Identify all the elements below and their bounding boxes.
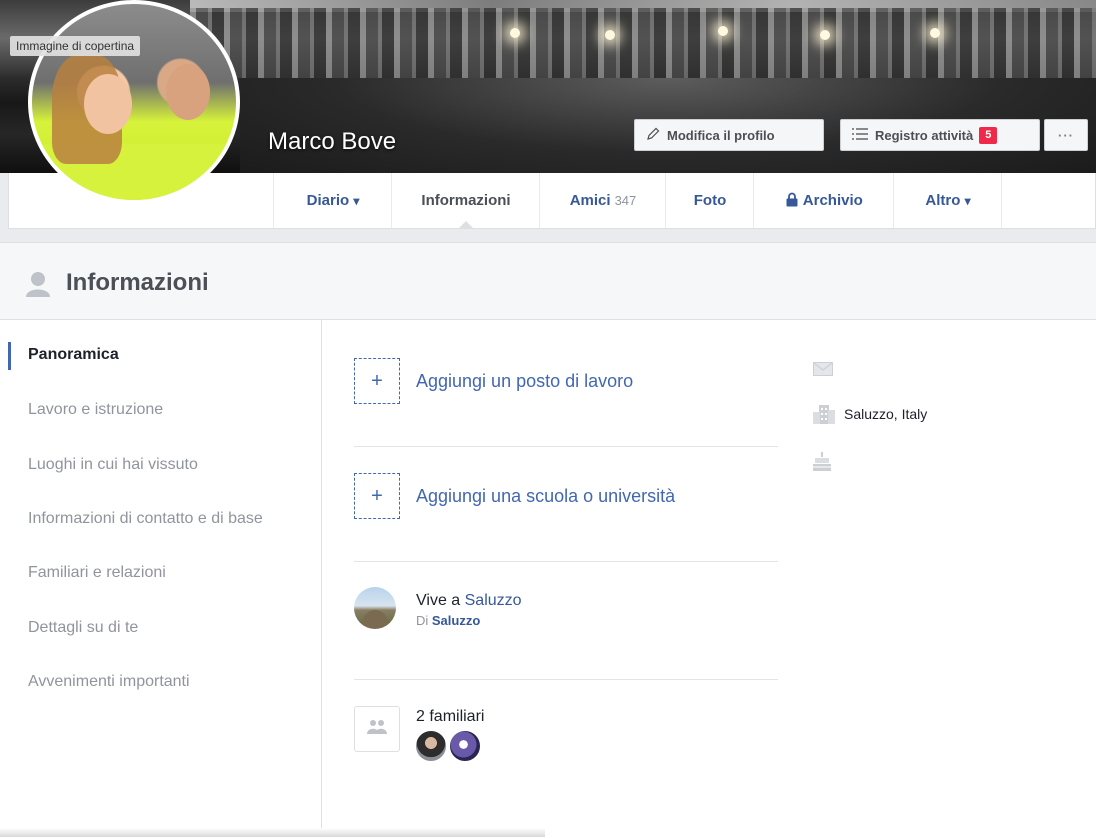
divider [354,561,778,562]
add-school-link[interactable]: Aggiungi una scuola o università [416,486,675,507]
tab-diario-label: Diario [306,192,350,209]
sidebar-item-avvenimenti[interactable]: Avvenimenti importanti [28,673,190,691]
tab-informazioni-label: Informazioni [421,192,511,209]
edit-profile-button[interactable]: Modifica il profilo [634,119,824,151]
profile-avatar[interactable] [28,0,240,204]
about-card-header: Informazioni [0,243,1096,320]
page-bottom-edge [0,828,545,837]
sidebar-item-panoramica[interactable]: Panoramica [28,346,119,364]
sidebar-item-familiari[interactable]: Familiari e relazioni [28,564,166,582]
tab-foto[interactable]: Foto [665,173,754,228]
sidebar-item-lavoro[interactable]: Lavoro e istruzione [28,401,163,419]
family-icon-box [354,706,400,752]
family-member-avatar[interactable] [415,730,447,762]
tab-informazioni[interactable]: Informazioni [391,173,540,229]
sidebar-item-dettagli[interactable]: Dettagli su di te [28,619,138,637]
cake-icon [813,452,831,477]
saluzzo-thumbnail[interactable] [354,587,396,629]
active-indicator [8,342,11,370]
section-title: Informazioni [66,269,209,296]
add-work-plus-button[interactable]: + [354,358,400,404]
activity-log-button[interactable]: Registro attività 5 [840,119,1040,151]
from-prefix: Di [416,613,432,628]
lock-icon [785,192,803,209]
cover-photo-label[interactable]: Immagine di copertina [10,36,141,56]
tab-amici-label: Amici [569,192,611,209]
divider [354,679,778,680]
add-work-link[interactable]: Aggiungi un posto di lavoro [416,371,633,392]
avatar-face [84,74,132,134]
cover-lamp [820,30,830,40]
sidebar-item-luoghi[interactable]: Luoghi in cui hai vissuto [28,456,198,474]
nav-divider [1001,173,1002,228]
activity-log-badge: 5 [979,126,998,144]
tab-archivio-label: Archivio [802,192,863,209]
building-icon [813,404,835,429]
avatar-face [166,64,210,120]
family-member-avatar[interactable] [449,730,481,762]
cover-lamp [930,28,940,38]
add-school-plus-button[interactable]: + [354,473,400,519]
more-options-button[interactable]: ··· [1044,119,1088,151]
chevron-down-icon: ▾ [353,194,360,208]
lives-in-text: Vive a Saluzzo [416,592,522,610]
activity-log-label: Registro attività [875,127,974,143]
divider [354,446,778,447]
envelope-icon [813,362,833,381]
from-city-link[interactable]: Saluzzo [432,613,480,628]
person-icon [24,271,52,302]
list-icon [851,126,869,145]
cover-lamp [510,28,520,38]
tab-amici[interactable]: Amici 347 [539,173,666,228]
tab-archivio[interactable]: Archivio [753,173,894,228]
family-icon [367,719,387,740]
cover-colonnade [190,8,1096,78]
tab-altro-label: Altro [925,192,961,209]
pencil-icon [645,126,661,145]
cover-lamp [605,30,615,40]
cover-lamp [718,26,728,36]
edit-profile-label: Modifica il profilo [667,127,775,143]
sidebar-item-contatto[interactable]: Informazioni di contatto e di base [28,510,263,528]
location-text: Saluzzo, Italy [844,406,928,422]
friends-count: 347 [614,193,637,208]
from-text: Di Saluzzo [416,613,480,628]
profile-name[interactable]: Marco Bove [268,128,396,156]
chevron-down-icon: ▾ [964,194,971,208]
tab-diario[interactable]: Diario ▾ [273,173,392,228]
tab-altro[interactable]: Altro ▾ [893,173,1002,228]
tab-foto-label: Foto [693,192,727,209]
lives-prefix: Vive a [416,592,465,609]
family-count[interactable]: 2 familiari [416,708,484,726]
lives-city-link[interactable]: Saluzzo [465,592,522,609]
